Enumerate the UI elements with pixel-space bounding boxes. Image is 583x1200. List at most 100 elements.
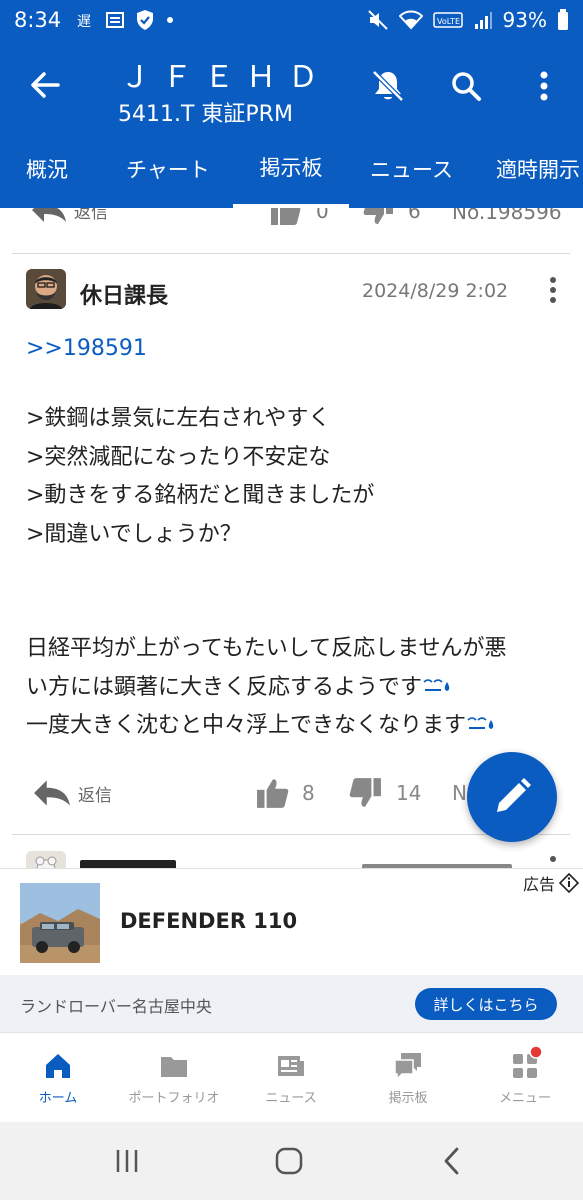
ad-cta-button[interactable]: 詳しくはこちら [415,988,557,1020]
notification-dot-icon [529,1044,543,1059]
post-body: >鉄鋼は景気に左右されやすく >突然減配になったり不安定な >動きをする銘柄だと… [26,400,374,554]
nav-home-label: ホーム [38,1090,78,1106]
mute-icon [367,10,388,30]
tab-board[interactable]: 掲示板 [233,130,349,208]
like-count: 8 [302,781,315,805]
dislike-button[interactable]: 14 [348,773,421,813]
folder-icon [161,1056,187,1077]
thumbs-down-icon [363,208,393,224]
reply-button[interactable]: 返信 [32,773,112,813]
thumbs-down-icon [349,778,381,807]
svg-text:VoLTE: VoLTE [437,17,460,26]
prev-post-number: No.198596 [452,208,562,224]
body-line: い方には顕著に大きく反応するようです [26,674,423,700]
nav-portfolio[interactable]: ポートフォリオ [116,1033,232,1123]
prev-like-button[interactable]: 0 [270,208,329,226]
quoted-line: >間違いでしょうか？ [26,521,242,547]
quoted-line: >突然減配になったり不安定な [26,444,331,470]
reply-to-link[interactable]: >>198591 [26,336,147,361]
post-body-main: 日経平均が上がってもたいして反応しませんが悪 い方には顕著に大きく反応するようで… [26,630,506,746]
avatar-image [26,269,66,309]
app-notification-icon: 遅 [77,14,91,30]
battery-percent: 93% [502,8,547,32]
ad-car-image[interactable] [20,883,100,963]
next-author-partial [80,860,176,868]
ad-sponsor: ランドローバー名古屋中央 [20,997,212,1016]
status-bar: 8:34 遅 VoLTE 93% [0,0,583,40]
pencil-icon [497,778,531,812]
reply-icon [34,780,70,806]
dislike-count: 14 [396,781,422,805]
more-vert-icon[interactable] [526,68,562,104]
tab-news[interactable]: ニュース [370,130,453,208]
wifi-icon [398,10,423,30]
sweat-emoji-icon [467,717,494,729]
ad-banner[interactable]: 広告 DEFENDER 110 ランドローバー名古屋中央 詳しくはこちら [0,868,583,1033]
nav-home[interactable]: ホーム [0,1033,116,1123]
signal-icon [474,12,492,29]
thumbs-up-icon [257,779,289,808]
sweat-emoji-icon [423,678,450,691]
nav-menu[interactable]: メニュー [467,1033,583,1123]
shield-icon [137,10,154,30]
car-picture [20,883,100,963]
reply-label: 返信 [78,785,112,806]
back-arrow-icon[interactable] [28,68,62,102]
status-time: 8:34 [14,8,62,32]
avatar[interactable] [26,269,66,309]
compose-post-button[interactable] [467,752,557,842]
next-avatar-image [26,851,66,868]
ad-footer: ランドローバー名古屋中央 詳しくはこちら [0,975,583,1033]
body-line: 一度大きく沈むと中々浮上できなくなります [26,713,467,738]
prev-post-actions: 返信 0 6 No.198596 [0,208,583,232]
post-author[interactable]: 休日課長 [80,278,168,310]
dot-icon [167,17,174,23]
menu-icon-wrap [510,1044,543,1081]
bell-off-icon[interactable] [370,68,406,104]
next-avatar[interactable] [26,851,66,868]
thumbs-up-icon [271,208,301,225]
recent-apps-icon[interactable] [112,1146,142,1176]
tab-bar: 概況 チャート 掲示板 ニュース 適時開示 [0,130,583,208]
nav-news-label: ニュース [265,1090,317,1106]
ad-label[interactable]: 広告 [523,871,579,895]
battery-icon [558,9,568,30]
tab-chart[interactable]: チャート [126,130,210,208]
svg-text:遅: 遅 [77,14,91,30]
app-header: ＪＦＥＨＤ 5411.T 東証PRM [0,40,583,130]
system-back-icon[interactable] [438,1146,468,1176]
ad-info-icon [559,873,579,893]
nav-board[interactable]: 掲示板 [350,1033,466,1123]
nav-board-label: 掲示板 [388,1090,428,1106]
reply-icon [32,208,66,222]
newspaper-icon [278,1055,304,1076]
tab-disclosure[interactable]: 適時開示 [496,130,580,208]
home-button-icon[interactable] [274,1146,304,1176]
nav-news[interactable]: ニュース [233,1033,349,1123]
home-icon [46,1053,70,1078]
prev-dislike-button[interactable]: 6 [362,208,421,226]
bottom-nav: ホーム ポートフォリオ ニュース 掲示板 メニュー [0,1032,583,1122]
system-nav-bar [0,1122,583,1200]
post-menu-icon[interactable] [549,276,557,304]
post-number: N [452,781,467,805]
body-line: 日経平均が上がってもたいして反応しませんが悪 [26,636,507,661]
news-notification-icon [106,12,125,28]
search-icon[interactable] [448,68,484,104]
chat-icon [394,1052,421,1081]
prev-dislike-count: 6 [408,208,421,223]
prev-reply-button[interactable]: 返信 [30,208,108,224]
nav-menu-label: メニュー [498,1090,551,1106]
ad-label-text: 広告 [522,875,555,894]
volte-icon: VoLTE [432,12,463,28]
quoted-line: >鉄鋼は景気に左右されやすく [26,406,331,431]
ad-title[interactable]: DEFENDER 110 [120,909,297,933]
post-date: 2024/8/29 2:02 [362,280,509,302]
like-button[interactable]: 8 [256,773,315,813]
nav-portfolio-label: ポートフォリオ [128,1090,220,1106]
stock-name: ＪＦＥＨＤ [120,60,330,95]
next-menu-partial [550,856,556,862]
prev-reply-label: 返信 [74,208,108,223]
tab-overview[interactable]: 概況 [26,130,68,208]
stock-code: 5411.T 東証PRM [118,102,293,127]
